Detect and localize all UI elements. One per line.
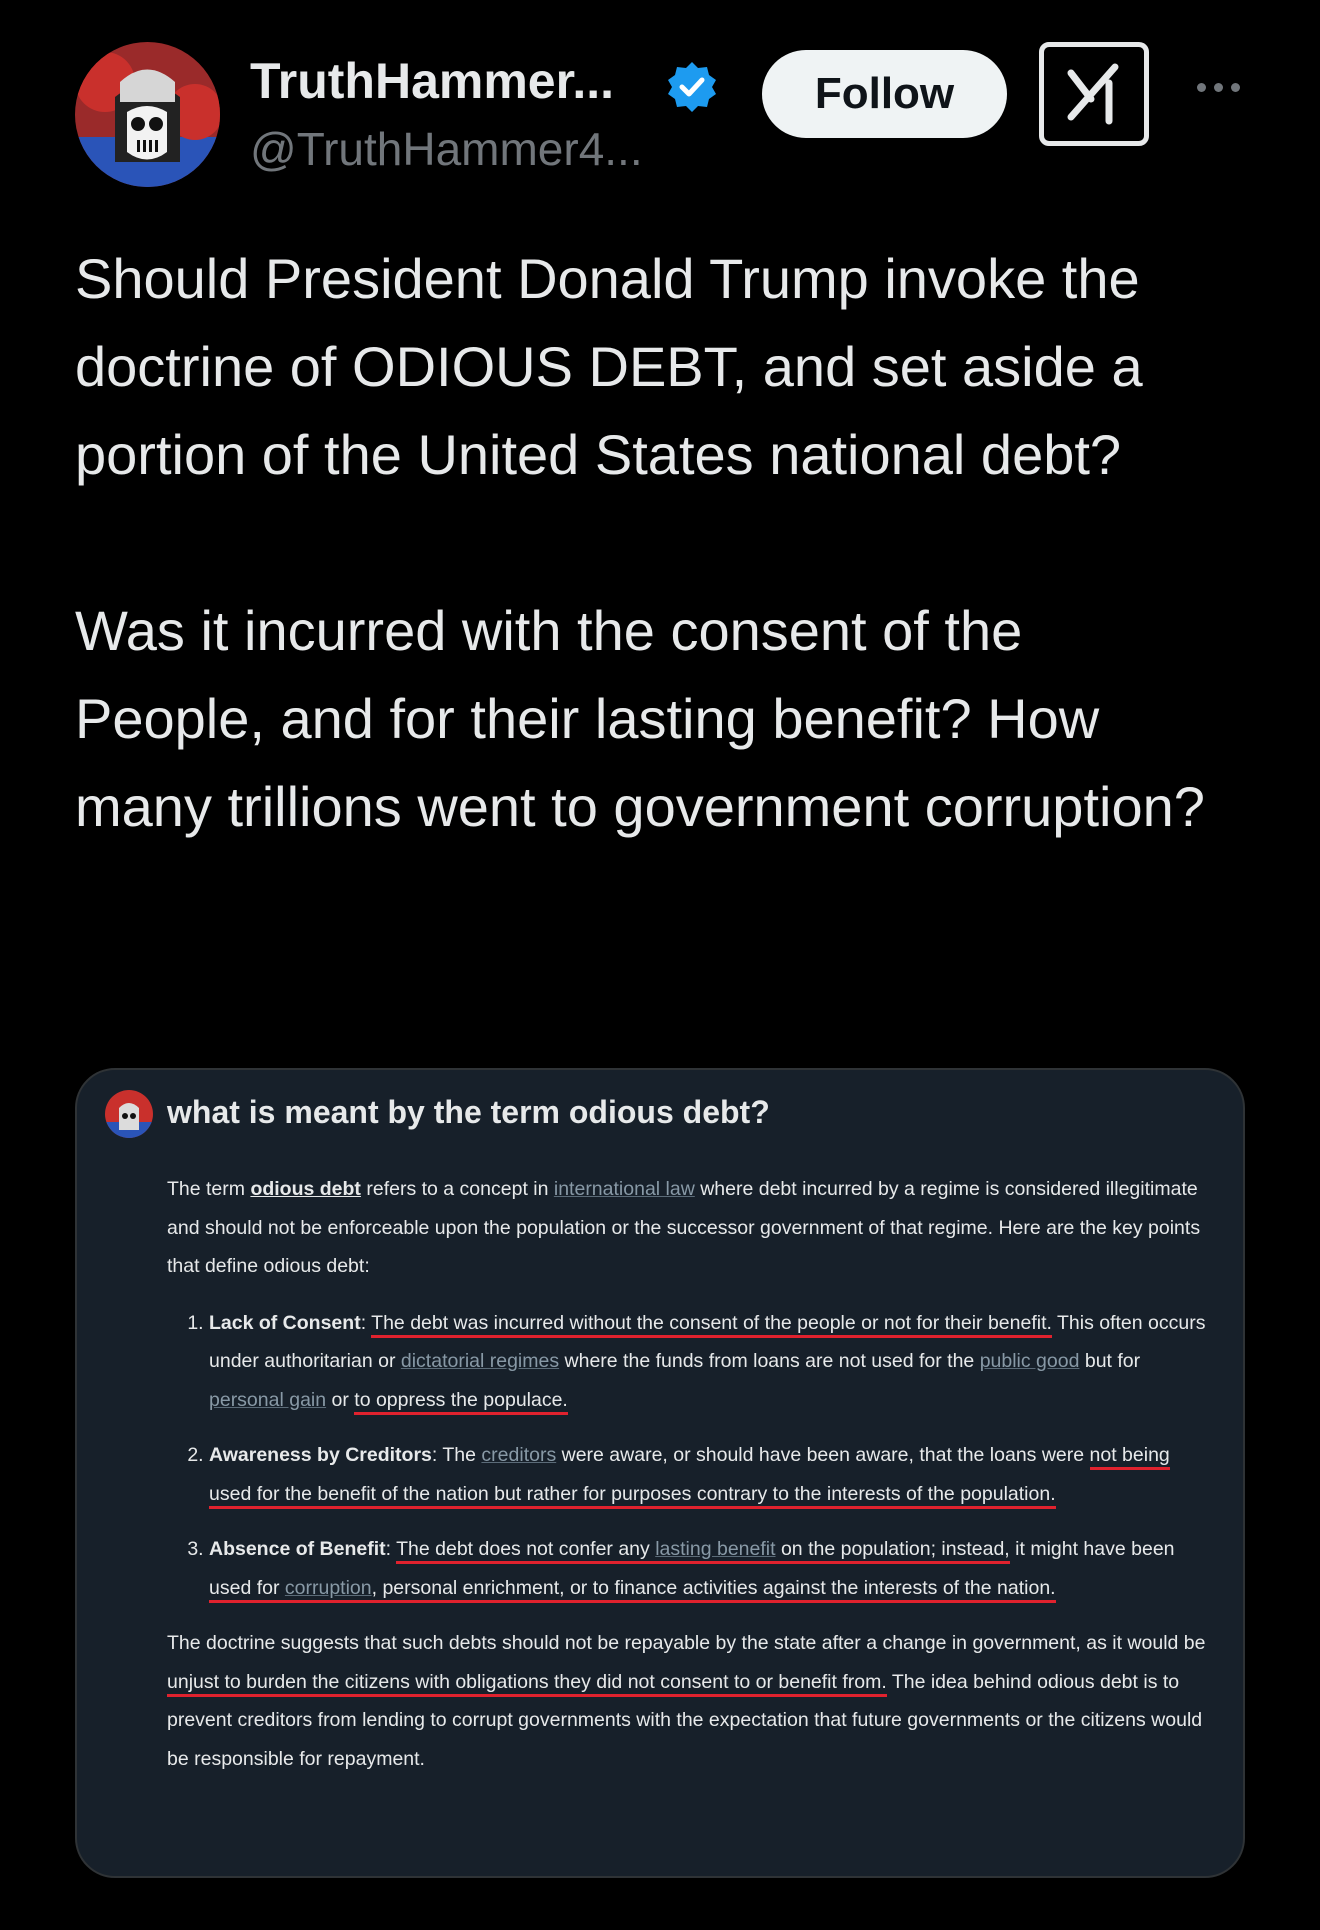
more-options-icon[interactable]: [1183, 72, 1253, 102]
user-avatar[interactable]: [75, 42, 220, 187]
text-span: , personal enrichment, or to finance act…: [371, 1576, 1056, 1599]
user-handle[interactable]: @TruthHammer4...: [250, 122, 643, 176]
key-points-list: Lack of Consent: The debt was incurred w…: [167, 1304, 1207, 1608]
text-span: used for: [209, 1576, 285, 1599]
list-item: Absence of Benefit: The debt does not co…: [209, 1530, 1207, 1607]
answer-intro: The term odious debt refers to a concept…: [167, 1170, 1207, 1286]
question-avatar: [105, 1090, 153, 1138]
link-lasting-benefit[interactable]: lasting benefit: [655, 1538, 775, 1560]
link-personal-gain[interactable]: personal gain: [209, 1389, 326, 1411]
text-span: The: [442, 1444, 482, 1466]
verified-badge-icon: [665, 60, 719, 114]
point-title: Lack of Consent: [209, 1311, 361, 1334]
text-span: The doctrine suggests that such debts sh…: [167, 1632, 1206, 1654]
text-span: The term: [167, 1178, 251, 1200]
link-dictatorial-regimes[interactable]: dictatorial regimes: [401, 1350, 559, 1372]
display-name[interactable]: TruthHammer...: [250, 52, 614, 110]
link-international-law[interactable]: international law: [554, 1178, 695, 1200]
highlighted-text: The debt does not confer any lasting ben…: [396, 1538, 1010, 1564]
point-title: Awareness by Creditors: [209, 1444, 432, 1466]
post-body: Should President Donald Trump invoke the…: [75, 235, 1205, 851]
embedded-screenshot[interactable]: what is meant by the term odious debt? T…: [75, 1068, 1245, 1878]
text-span: on the population; instead,: [775, 1538, 1010, 1560]
text-span: :: [360, 1311, 372, 1334]
list-item: Lack of Consent: The debt was incurred w…: [209, 1304, 1207, 1420]
highlighted-text: The debt was incurred without the consen…: [371, 1311, 1052, 1338]
answer-conclusion: The doctrine suggests that such debts sh…: [167, 1624, 1207, 1778]
text-span: or: [326, 1388, 355, 1411]
list-item: Awareness by Creditors: The creditors we…: [209, 1436, 1207, 1513]
text-span: :: [385, 1538, 397, 1560]
text-span: refers to a concept in: [360, 1178, 554, 1200]
more-dot: [1213, 82, 1223, 92]
text-span: but for: [1079, 1350, 1141, 1372]
text-span: The debt does not confer any: [396, 1538, 656, 1560]
link-creditors[interactable]: creditors: [481, 1444, 556, 1466]
highlighted-text: to oppress the populace.: [354, 1388, 568, 1415]
question-text: what is meant by the term odious debt?: [167, 1094, 770, 1130]
post-page: TruthHammer... @TruthHammer4... Follow S…: [0, 0, 1320, 1930]
text-span: it might have been: [1009, 1538, 1175, 1560]
post-header: TruthHammer... @TruthHammer4... Follow: [75, 42, 1255, 192]
more-dot: [1196, 82, 1206, 92]
highlighted-text: used for corruption, personal enrichment…: [209, 1576, 1056, 1603]
text-span: :: [431, 1444, 443, 1466]
point-title: Absence of Benefit: [209, 1538, 386, 1560]
post-paragraph: Was it incurred with the consent of the …: [75, 599, 1205, 838]
highlighted-text: unjust to burden the citizens with oblig…: [167, 1670, 887, 1697]
more-dot: [1230, 82, 1240, 92]
term-odious-debt: odious debt: [250, 1178, 361, 1200]
follow-button[interactable]: Follow: [762, 50, 1007, 138]
answer-text: The term odious debt refers to a concept…: [167, 1170, 1207, 1778]
post-paragraph: Should President Donald Trump invoke the…: [75, 247, 1143, 486]
text-span: where the funds from loans are not used …: [559, 1350, 980, 1372]
text-span: were aware, or should have been aware, t…: [556, 1444, 1090, 1466]
link-public-good[interactable]: public good: [980, 1350, 1080, 1372]
link-corruption[interactable]: corruption: [285, 1577, 372, 1599]
grok-icon[interactable]: [1039, 42, 1149, 146]
